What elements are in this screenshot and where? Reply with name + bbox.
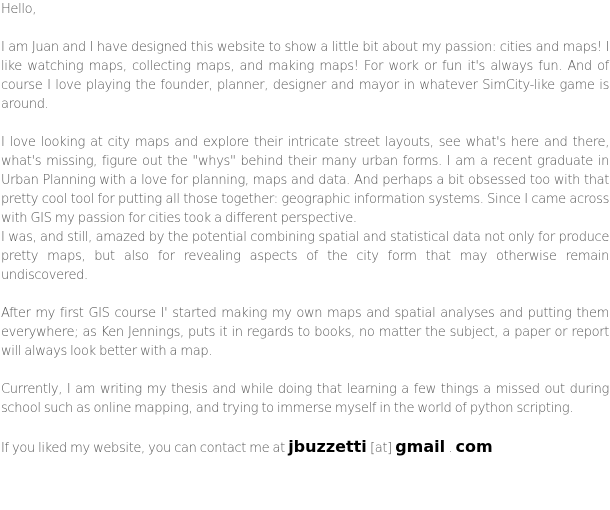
about-page: Hello, I am Juan and I have designed thi… bbox=[0, 0, 610, 458]
contact-prefix: If you liked my website, you can contact… bbox=[1, 441, 289, 456]
first-gis-paragraph: After my first GIS course I' started mak… bbox=[1, 306, 609, 359]
greeting: Hello, bbox=[1, 2, 36, 17]
contact-line: If you liked my website, you can contact… bbox=[1, 437, 609, 458]
love-maps-paragraph: I love looking at city maps and explore … bbox=[1, 135, 609, 226]
email-dot: . bbox=[448, 441, 453, 456]
email-user: jbuzzetti bbox=[288, 437, 367, 456]
intro-paragraph: I am Juan and I have designed this websi… bbox=[1, 40, 609, 112]
currently-paragraph: Currently, I am writing my thesis and wh… bbox=[1, 382, 609, 416]
email-tld: com bbox=[455, 437, 493, 456]
email-domain: gmail bbox=[395, 437, 446, 456]
email-at: [at] bbox=[370, 441, 392, 456]
amazed-paragraph: I was, and still, amazed by the potentia… bbox=[1, 230, 609, 283]
